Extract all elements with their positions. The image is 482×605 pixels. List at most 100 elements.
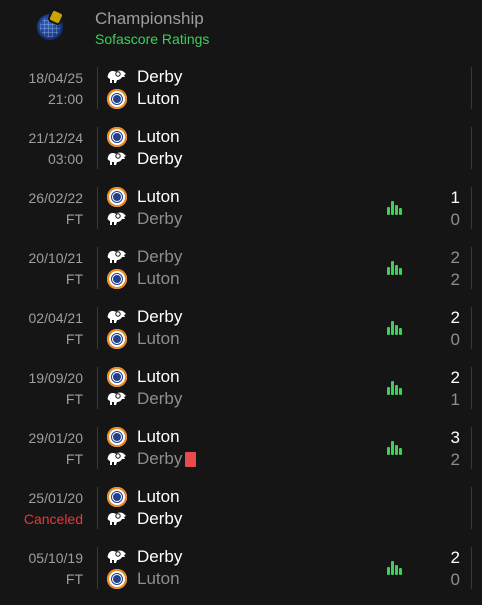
stats-bar <box>395 265 398 275</box>
derby-crest-icon <box>107 509 127 529</box>
home-team-name: Derby <box>137 547 183 566</box>
stats-bar <box>391 321 394 335</box>
stats-bar <box>395 445 398 455</box>
stats-bar <box>391 561 394 575</box>
championship-logo-icon <box>37 14 63 40</box>
home-score: 2 <box>450 308 460 327</box>
divider <box>97 247 98 289</box>
match-row[interactable]: 05/10/19 FT Derby Luton 2 0 <box>0 538 482 598</box>
derby-crest-icon <box>107 247 127 267</box>
stats-bar <box>399 388 402 395</box>
league-header[interactable]: Championship Sofascore Ratings <box>0 0 482 58</box>
match-row[interactable]: 21/12/24 03:00 Luton Derby <box>0 118 482 178</box>
match-status: 21:00 <box>47 91 83 107</box>
stats-bar <box>399 568 402 575</box>
stats-bar <box>391 441 394 455</box>
stats-bar <box>391 201 394 215</box>
away-team-name: Luton <box>137 329 180 348</box>
home-team: Derby <box>107 306 182 328</box>
stats-icon[interactable] <box>387 441 402 455</box>
away-team-name: Derby <box>137 449 183 468</box>
stats-bar <box>399 268 402 275</box>
divider <box>471 187 472 229</box>
match-row[interactable]: 25/01/20 Canceled Luton Derby <box>0 478 482 538</box>
away-score: 1 <box>450 390 460 409</box>
match-row[interactable]: 26/02/22 FT Luton Derby 1 0 <box>0 178 482 238</box>
match-status: 03:00 <box>47 151 83 167</box>
match-status: FT <box>65 211 83 227</box>
away-team-name: Derby <box>137 389 183 408</box>
divider <box>97 547 98 589</box>
stats-icon[interactable] <box>387 201 402 215</box>
stats-bar <box>395 385 398 395</box>
luton-crest-icon <box>107 569 127 589</box>
match-date: 18/04/25 <box>28 70 84 86</box>
away-team-name: Luton <box>137 269 180 288</box>
away-team-name: Derby <box>137 209 183 228</box>
divider <box>97 427 98 469</box>
stats-icon[interactable] <box>387 381 402 395</box>
divider <box>97 67 98 109</box>
match-date: 26/02/22 <box>28 190 84 206</box>
home-team-name: Luton <box>137 187 180 206</box>
derby-crest-icon <box>107 449 127 469</box>
away-score: 0 <box>450 210 460 229</box>
divider <box>471 67 472 109</box>
luton-crest-icon <box>107 367 127 387</box>
stats-bar <box>399 208 402 215</box>
match-status: FT <box>65 571 83 587</box>
away-team: Luton <box>107 328 180 350</box>
home-team-name: Derby <box>137 247 183 266</box>
luton-crest-icon <box>107 329 127 349</box>
away-team: Derby <box>107 448 197 470</box>
stats-icon[interactable] <box>387 561 402 575</box>
match-date: 25/01/20 <box>28 490 84 506</box>
away-team: Luton <box>107 268 180 290</box>
stats-bar <box>387 567 390 575</box>
derby-crest-icon <box>107 547 127 567</box>
home-team: Luton <box>107 186 180 208</box>
stats-icon[interactable] <box>387 261 402 275</box>
home-team: Luton <box>107 486 180 508</box>
derby-crest-icon <box>107 389 127 409</box>
match-date: 21/12/24 <box>28 130 84 146</box>
match-status: FT <box>65 271 83 287</box>
match-status: Canceled <box>23 511 83 527</box>
match-row[interactable]: 20/10/21 FT Derby Luton 2 2 <box>0 238 482 298</box>
home-team-name: Luton <box>137 487 180 506</box>
divider <box>471 487 472 529</box>
home-team: Luton <box>107 126 180 148</box>
stats-bar <box>399 448 402 455</box>
derby-crest-icon <box>107 149 127 169</box>
match-row[interactable]: 18/04/25 21:00 Derby Luton <box>0 58 482 118</box>
stats-bar <box>387 447 390 455</box>
match-date: 05/10/19 <box>28 550 84 566</box>
home-team: Derby <box>107 66 182 88</box>
divider <box>471 547 472 589</box>
home-score: 1 <box>450 188 460 207</box>
away-score: 0 <box>450 330 460 349</box>
stats-bar <box>395 565 398 575</box>
away-team-name: Derby <box>137 149 183 168</box>
stats-bar <box>395 325 398 335</box>
divider <box>471 247 472 289</box>
home-score: 3 <box>450 428 460 447</box>
home-team-name: Derby <box>137 307 183 326</box>
luton-crest-icon <box>107 487 127 507</box>
away-team-name: Derby <box>137 509 183 528</box>
home-team: Derby <box>107 546 182 568</box>
home-score: 2 <box>450 248 460 267</box>
match-row[interactable]: 19/09/20 FT Luton Derby 2 1 <box>0 358 482 418</box>
home-team: Luton <box>107 366 180 388</box>
stats-bar <box>387 207 390 215</box>
match-row[interactable]: 02/04/21 FT Derby Luton 2 0 <box>0 298 482 358</box>
match-row[interactable]: 29/01/20 FT Luton Derby 3 2 <box>0 418 482 478</box>
league-subtitle: Sofascore Ratings <box>95 31 210 47</box>
away-team-name: Luton <box>137 89 180 108</box>
divider <box>97 487 98 529</box>
home-score: 2 <box>450 548 460 567</box>
match-status: FT <box>65 331 83 347</box>
match-status: FT <box>65 391 83 407</box>
stats-icon[interactable] <box>387 321 402 335</box>
away-score: 2 <box>450 450 460 469</box>
